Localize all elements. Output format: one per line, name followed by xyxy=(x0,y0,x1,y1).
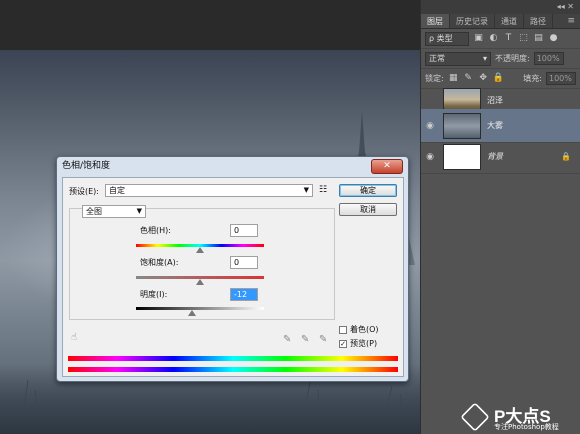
lock-pixels-icon[interactable]: ✎ xyxy=(463,73,474,84)
preset-dropdown[interactable]: 自定 ▼ xyxy=(105,184,313,197)
type-filter-icon[interactable]: T xyxy=(503,33,514,44)
opacity-label: 不透明度: xyxy=(495,54,530,63)
layer-name[interactable]: 大雾 xyxy=(487,120,503,131)
channel-value: 全图 xyxy=(86,207,102,216)
filter-toggle-icon[interactable]: ● xyxy=(548,33,559,44)
eyedropper-minus-icon[interactable]: ✎ xyxy=(319,334,327,345)
hue-input[interactable]: 0 xyxy=(230,224,258,237)
top-toolbar-area xyxy=(0,0,420,50)
preview-checkbox[interactable]: ✓ 预览(P) xyxy=(339,338,377,349)
close-button[interactable]: ✕ xyxy=(371,159,403,174)
layer-name[interactable]: 沼泽 xyxy=(487,95,503,106)
panel-menu-icon[interactable]: ≡ xyxy=(567,14,580,28)
preset-value: 自定 xyxy=(109,186,125,195)
hand-adjust-icon[interactable]: ☝ xyxy=(71,332,77,343)
result-color-bar xyxy=(68,367,398,372)
hue-saturation-dialog: 色相/饱和度 ✕ 预设(E): 自定 ▼ ☷ 确定 取消 全图 ▼ 色相(H):… xyxy=(56,156,409,382)
panel-collapse-strip[interactable]: ◂◂ ✕ xyxy=(421,0,580,14)
check-icon[interactable]: ✓ xyxy=(339,339,347,348)
lock-transparent-icon[interactable]: ▦ xyxy=(448,73,459,84)
layer-thumbnail xyxy=(443,112,481,139)
smart-filter-icon[interactable]: ▤ xyxy=(533,33,544,44)
cancel-button[interactable]: 取消 xyxy=(339,203,397,216)
eyedropper-icon[interactable]: ✎ xyxy=(283,334,291,345)
opacity-input[interactable]: 100% xyxy=(533,52,564,65)
saturation-slider-thumb[interactable] xyxy=(196,279,204,285)
hue-label: 色相(H): xyxy=(140,226,171,235)
hue-slider-thumb[interactable] xyxy=(196,247,204,253)
lightness-slider-track[interactable] xyxy=(136,307,264,310)
tab-channels[interactable]: 通道 xyxy=(495,14,524,28)
preview-label: 预览(P) xyxy=(350,339,378,348)
chevron-down-icon: ▼ xyxy=(303,186,309,194)
layer-filter-select[interactable]: ρ 类型 xyxy=(425,31,469,46)
channel-dropdown[interactable]: 全图 ▼ xyxy=(82,205,146,218)
ok-button[interactable]: 确定 xyxy=(339,184,397,197)
blend-mode-value: 正常 xyxy=(429,54,445,63)
eye-icon[interactable]: ◉ xyxy=(421,121,439,131)
tab-history[interactable]: 历史记录 xyxy=(450,14,495,28)
layer-filter-row: ρ 类型 ▣ ◐ T ⬚ ▤ ● xyxy=(421,29,580,49)
panel-tabs: 图层 历史记录 通道 路径 ≡ xyxy=(421,14,580,29)
visibility-toggle-empty[interactable] xyxy=(421,96,439,106)
layers-panel: ◂◂ ✕ 图层 历史记录 通道 路径 ≡ ρ 类型 ▣ ◐ T ⬚ ▤ ● 正常… xyxy=(420,0,580,434)
eye-icon[interactable]: ◉ xyxy=(421,152,439,162)
preset-menu-icon[interactable]: ☷ xyxy=(319,185,327,195)
chevron-down-icon: ▼ xyxy=(136,207,142,215)
lock-icon: 🔒 xyxy=(561,152,571,161)
dialog-body: 预设(E): 自定 ▼ ☷ 确定 取消 全图 ▼ 色相(H): 0 饱和度(A)… xyxy=(62,177,404,377)
preset-label: 预设(E): xyxy=(69,187,99,196)
layer-thumbnail xyxy=(443,143,481,170)
watermark-subtitle: 专注Photoshop教程 xyxy=(494,423,559,431)
checkbox-box[interactable] xyxy=(339,325,347,334)
blend-row: 正常 ▾ 不透明度: 100% xyxy=(421,49,580,69)
layer-row-fog[interactable]: ◉ 大雾 xyxy=(421,109,580,143)
tab-paths[interactable]: 路径 xyxy=(524,14,553,28)
lock-all-icon[interactable]: 🔒 xyxy=(493,73,504,84)
colorize-label: 着色(O) xyxy=(350,325,379,334)
lock-label: 锁定: xyxy=(425,74,444,83)
lock-position-icon[interactable]: ✥ xyxy=(478,73,489,84)
lightness-label: 明度(I): xyxy=(140,290,168,299)
eyedropper-plus-icon[interactable]: ✎ xyxy=(301,334,309,345)
lightness-slider-thumb[interactable] xyxy=(188,310,196,316)
tab-layers[interactable]: 图层 xyxy=(421,14,450,28)
saturation-input[interactable]: 0 xyxy=(230,256,258,269)
layer-row-background[interactable]: ◉ 背景 🔒 xyxy=(421,140,580,174)
shape-filter-icon[interactable]: ⬚ xyxy=(518,33,529,44)
fill-label: 填充: xyxy=(523,74,542,83)
saturation-label: 饱和度(A): xyxy=(140,258,179,267)
filter-label: ρ 类型 xyxy=(429,34,453,43)
adjust-filter-icon[interactable]: ◐ xyxy=(488,33,499,44)
lightness-input[interactable]: -12 xyxy=(230,288,258,301)
chevron-down-icon: ▾ xyxy=(482,54,487,63)
layer-name[interactable]: 背景 xyxy=(487,151,503,162)
dialog-title: 色相/饱和度 xyxy=(62,161,111,171)
colorize-checkbox[interactable]: 着色(O) xyxy=(339,324,379,335)
image-filter-icon[interactable]: ▣ xyxy=(473,33,484,44)
blend-mode-select[interactable]: 正常 ▾ xyxy=(425,51,491,66)
adjustment-group: 全图 ▼ 色相(H): 0 饱和度(A): 0 明度(I): -12 xyxy=(69,205,335,320)
source-color-bar xyxy=(68,356,398,361)
